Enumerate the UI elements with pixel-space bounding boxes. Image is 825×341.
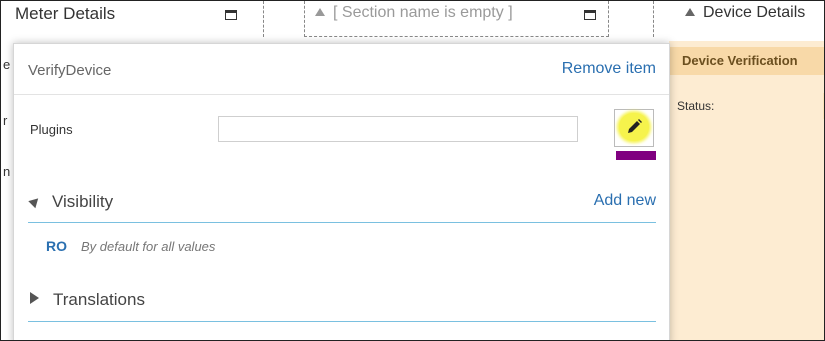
- left-stub-1: e: [3, 57, 11, 72]
- visibility-rule[interactable]: RO By default for all values: [46, 238, 215, 254]
- empty-section[interactable]: [ Section name is empty ]: [304, 1, 609, 37]
- collapse-triangle-icon[interactable]: [685, 8, 695, 16]
- rule-code: RO: [46, 238, 67, 254]
- designer-canvas: Meter Details e r n [ Section name is em…: [0, 0, 825, 341]
- rule-description: By default for all values: [81, 239, 216, 254]
- meter-details-title: Meter Details: [15, 4, 116, 23]
- status-label: Status:: [677, 99, 715, 113]
- pencil-icon: [628, 119, 642, 133]
- visibility-label: Visibility: [52, 192, 114, 211]
- visibility-section-header[interactable]: Visibility: [28, 192, 114, 212]
- verify-device-popup: VerifyDevice Remove item Plugins Visibil…: [13, 43, 670, 340]
- remove-item-link[interactable]: Remove item: [562, 60, 656, 78]
- tab-device-verification[interactable]: Device Verification: [661, 47, 824, 75]
- add-new-link[interactable]: Add new: [594, 192, 656, 210]
- maximize-icon[interactable]: [225, 10, 237, 20]
- plugins-label: Plugins: [30, 122, 73, 137]
- translations-label: Translations: [53, 290, 145, 309]
- left-stub-3: n: [3, 164, 11, 179]
- triangle-down-icon: [28, 194, 42, 209]
- popup-title: VerifyDevice: [28, 62, 112, 79]
- translations-section-header[interactable]: Translations: [30, 290, 145, 310]
- popup-header: VerifyDevice Remove item: [14, 44, 669, 95]
- column-divider: [653, 1, 654, 37]
- section-name-placeholder: [ Section name is empty ]: [333, 4, 513, 21]
- collapse-triangle-icon[interactable]: [315, 8, 325, 16]
- edit-plugins-button[interactable]: [614, 109, 656, 160]
- left-stub-2: r: [3, 113, 8, 128]
- device-details-panel: Device Details Device Verification Statu…: [661, 1, 824, 340]
- translations-divider: [28, 321, 656, 322]
- selection-marker: [616, 151, 656, 160]
- maximize-icon[interactable]: [584, 10, 596, 20]
- plugins-input[interactable]: [218, 116, 578, 142]
- device-details-title: Device Details: [703, 4, 806, 21]
- visibility-divider: [28, 222, 656, 223]
- column-divider: [263, 1, 264, 37]
- triangle-right-icon: [30, 292, 39, 304]
